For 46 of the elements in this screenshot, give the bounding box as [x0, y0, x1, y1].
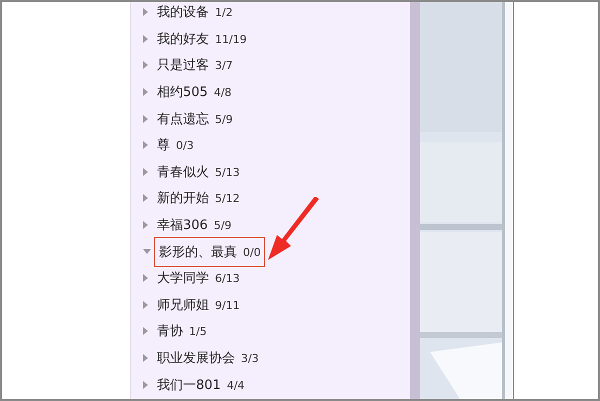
group-name[interactable]: 青协	[157, 322, 183, 340]
expand-icon[interactable]	[143, 8, 148, 16]
group-name[interactable]: 职业发展协会	[157, 349, 235, 368]
online-count: 4/4	[226, 378, 245, 392]
online-count: 0/0	[243, 246, 261, 259]
group-name[interactable]: 相约505	[157, 83, 208, 102]
online-count: 5/13	[215, 166, 240, 179]
group-name[interactable]: 新的开始	[157, 189, 209, 208]
online-count: 1/5	[189, 325, 207, 338]
group-name[interactable]: 师兄师姐	[157, 296, 209, 314]
expand-icon[interactable]	[143, 168, 148, 176]
online-count: 3/3	[241, 352, 259, 366]
expand-icon[interactable]	[143, 141, 148, 150]
group-name[interactable]: 只是过客	[157, 56, 209, 74]
online-count: 5/9	[215, 112, 233, 126]
collapse-icon[interactable]	[143, 249, 151, 254]
group-name[interactable]: 我们一801	[157, 376, 221, 394]
group-name[interactable]: 我的好友	[157, 30, 209, 48]
expand-icon[interactable]	[143, 114, 148, 123]
online-count: 5/12	[215, 192, 240, 206]
group-name[interactable]: 影形的、最真	[159, 242, 237, 261]
expand-icon[interactable]	[143, 34, 148, 43]
group-name[interactable]: 大学同学	[157, 269, 209, 288]
online-count: 1/2	[215, 6, 233, 20]
expand-icon[interactable]	[143, 300, 148, 309]
expand-icon[interactable]	[143, 221, 148, 230]
group-name[interactable]: 幸福306	[157, 216, 208, 234]
online-count: 5/9	[214, 219, 232, 232]
arrow-annotation	[266, 197, 322, 263]
group-name[interactable]: 尊	[157, 136, 170, 154]
expand-icon[interactable]	[143, 354, 148, 362]
online-count: 3/7	[215, 59, 233, 72]
expand-icon[interactable]	[143, 327, 148, 336]
expand-icon[interactable]	[143, 380, 148, 389]
online-count: 4/8	[214, 86, 232, 100]
online-count: 11/19	[215, 32, 247, 46]
group-name[interactable]: 青春似火	[157, 162, 209, 181]
online-count: 6/13	[215, 272, 240, 286]
group-name[interactable]: 有点遗忘	[157, 110, 209, 128]
online-count: 9/11	[215, 298, 240, 312]
online-count: 0/3	[176, 139, 194, 152]
expand-icon[interactable]	[143, 61, 148, 70]
expand-icon[interactable]	[143, 88, 148, 96]
expand-icon[interactable]	[143, 274, 148, 282]
group-name[interactable]: 我的设备	[157, 3, 209, 22]
expand-icon[interactable]	[143, 194, 148, 202]
